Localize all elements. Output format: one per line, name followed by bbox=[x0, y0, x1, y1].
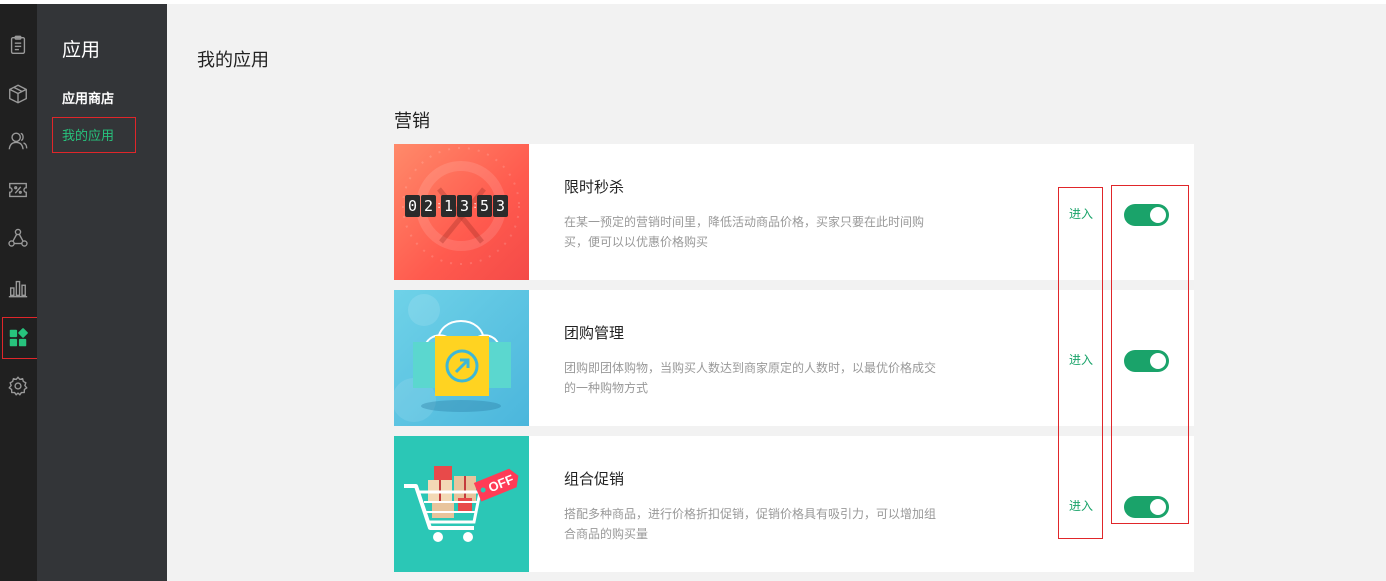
users-icon[interactable] bbox=[5, 128, 31, 154]
enter-column-highlight bbox=[1058, 187, 1103, 539]
coupon-icon[interactable] bbox=[5, 177, 31, 203]
bar-chart-icon[interactable] bbox=[5, 275, 31, 301]
timer-digit: 2 bbox=[421, 195, 436, 217]
box-icon[interactable] bbox=[5, 81, 31, 107]
clipboard-icon[interactable] bbox=[5, 32, 31, 58]
app-description: 在某一预定的营销时间里，降低活动商品价格，买家只要在此时间购买，便可以以优惠价格… bbox=[564, 215, 925, 249]
timer-digit: 5 bbox=[477, 195, 492, 217]
app-name: 限时秒杀 bbox=[564, 178, 625, 196]
app-description: 搭配多种商品，进行价格折扣促销，促销价格具有吸引力，可以增加组合商品的购买量 bbox=[564, 507, 937, 541]
timer-digit: 1 bbox=[441, 195, 456, 217]
network-icon[interactable] bbox=[5, 225, 31, 251]
flash-sale-thumbnail: 02:13:53 bbox=[394, 144, 529, 280]
main-content: 我的应用 营销 02:13:53 限时秒杀 在某一预定的营销时间里，降低活动商品… bbox=[167, 4, 1386, 581]
app-name: 组合促销 bbox=[564, 470, 625, 488]
secondary-sidebar: 应用 应用商店 我的应用 bbox=[37, 4, 167, 581]
app-description: 团购即团体购物，当购买人数达到商家原定的人数时，以最优价格成交的一种购物方式 bbox=[564, 361, 937, 395]
sidebar-item-app-store[interactable]: 应用商店 bbox=[62, 88, 114, 107]
section-title: 营销 bbox=[394, 111, 430, 132]
group-buy-thumbnail bbox=[394, 290, 529, 426]
timer-digit: 3 bbox=[457, 195, 472, 217]
settings-icon[interactable] bbox=[5, 373, 31, 399]
toggle-column-highlight bbox=[1111, 185, 1189, 524]
sidebar-title: 应用 bbox=[62, 39, 101, 61]
bundle-promo-thumbnail: OFF bbox=[394, 436, 529, 572]
timer-digit: 0 bbox=[405, 195, 420, 217]
app-name: 团购管理 bbox=[564, 324, 625, 342]
icon-bar bbox=[0, 4, 41, 581]
countdown-timer: 02:13:53 bbox=[405, 195, 509, 217]
timer-digit: 3 bbox=[493, 195, 508, 217]
page-title: 我的应用 bbox=[197, 50, 269, 71]
my-apps-highlight bbox=[52, 117, 136, 153]
active-icon-highlight bbox=[2, 317, 41, 359]
